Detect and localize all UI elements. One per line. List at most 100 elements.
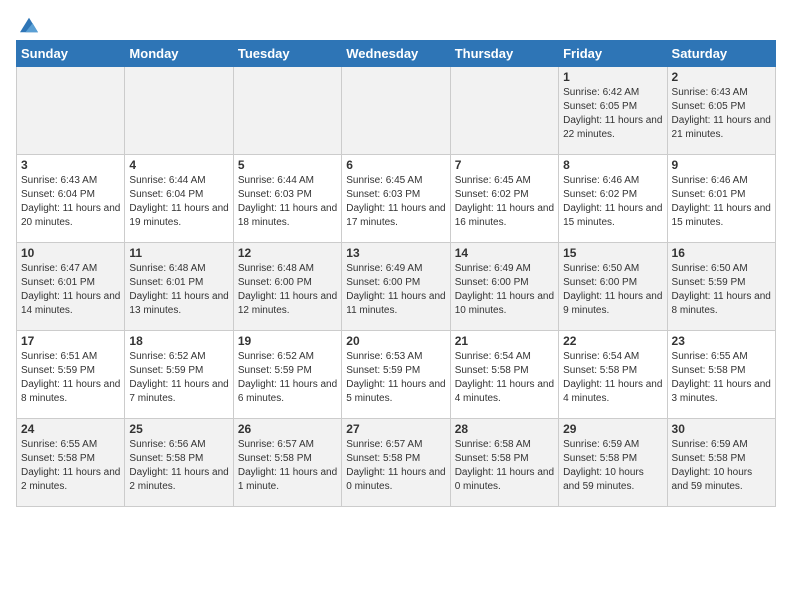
day-number: 1 — [563, 70, 662, 84]
day-info: Sunrise: 6:54 AMSunset: 5:58 PMDaylight:… — [563, 350, 662, 406]
calendar-week-row: 3 Sunrise: 6:43 AMSunset: 6:04 PMDaylight… — [17, 155, 776, 243]
day-number: 17 — [21, 334, 120, 348]
day-info: Sunrise: 6:46 AMSunset: 6:01 PMDaylight:… — [672, 174, 771, 230]
day-info: Sunrise: 6:50 AMSunset: 6:00 PMDaylight:… — [563, 262, 662, 318]
calendar-day-cell: 8Sunrise: 6:46 AMSunset: 6:02 PMDaylight… — [559, 155, 667, 243]
calendar-day-cell: 17Sunrise: 6:51 AMSunset: 5:59 PMDayligh… — [17, 331, 125, 419]
calendar-day-cell: 13Sunrise: 6:49 AMSunset: 6:00 PMDayligh… — [342, 243, 450, 331]
calendar-day-cell: 25 Sunrise: 6:56 AMSunset: 5:58 PMDayligh… — [125, 419, 233, 507]
day-info: Sunrise: 6:43 AMSunset: 6:04 PMDaylight:… — [21, 174, 120, 230]
calendar-day-cell: 14 Sunrise: 6:49 AMSunset: 6:00 PMDayligh… — [450, 243, 558, 331]
calendar-day-cell: 5 Sunrise: 6:44 AMSunset: 6:03 PMDaylight… — [233, 155, 341, 243]
day-number: 24 — [21, 422, 120, 436]
calendar-day-cell: 28 Sunrise: 6:58 AMSunset: 5:58 PMDayligh… — [450, 419, 558, 507]
day-info: Sunrise: 6:55 AMSunset: 5:58 PMDaylight:… — [21, 438, 120, 494]
day-number: 7 — [455, 158, 554, 172]
calendar-table: SundayMondayTuesdayWednesdayThursdayFrid… — [16, 40, 776, 507]
calendar-day-cell: 27Sunrise: 6:57 AMSunset: 5:58 PMDayligh… — [342, 419, 450, 507]
day-of-week-header: Monday — [125, 41, 233, 67]
calendar-day-cell: 11 Sunrise: 6:48 AMSunset: 6:01 PMDayligh… — [125, 243, 233, 331]
header — [16, 16, 776, 30]
day-number: 20 — [346, 334, 445, 348]
day-info: Sunrise: 6:57 AMSunset: 5:58 PMDaylight:… — [346, 438, 445, 494]
day-info: Sunrise: 6:53 AMSunset: 5:59 PMDaylight:… — [346, 350, 445, 406]
calendar-day-cell: 10 Sunrise: 6:47 AMSunset: 6:01 PMDayligh… — [17, 243, 125, 331]
calendar-week-row: 24 Sunrise: 6:55 AMSunset: 5:58 PMDayligh… — [17, 419, 776, 507]
day-info: Sunrise: 6:59 AMSunset: 5:58 PMDaylight:… — [563, 438, 662, 494]
day-of-week-header: Sunday — [17, 41, 125, 67]
calendar-day-cell: 16 Sunrise: 6:50 AMSunset: 5:59 PMDayligh… — [667, 243, 775, 331]
day-info: Sunrise: 6:44 AMSunset: 6:04 PMDaylight:… — [129, 174, 228, 230]
calendar-day-cell: 26Sunrise: 6:57 AMSunset: 5:58 PMDayligh… — [233, 419, 341, 507]
day-number: 16 — [672, 246, 771, 260]
day-of-week-header: Friday — [559, 41, 667, 67]
day-info: Sunrise: 6:52 AMSunset: 5:59 PMDaylight:… — [129, 350, 228, 406]
day-number: 23 — [672, 334, 771, 348]
day-info: Sunrise: 6:55 AMSunset: 5:58 PMDaylight:… — [672, 350, 771, 406]
calendar-day-cell — [17, 67, 125, 155]
day-number: 12 — [238, 246, 337, 260]
calendar-day-cell — [125, 67, 233, 155]
logo — [16, 16, 40, 30]
day-info: Sunrise: 6:54 AMSunset: 5:58 PMDaylight:… — [455, 350, 554, 406]
day-info: Sunrise: 6:48 AMSunset: 6:00 PMDaylight:… — [238, 262, 337, 318]
day-info: Sunrise: 6:50 AMSunset: 5:59 PMDaylight:… — [672, 262, 771, 318]
day-of-week-header: Thursday — [450, 41, 558, 67]
day-number: 21 — [455, 334, 554, 348]
day-number: 6 — [346, 158, 445, 172]
calendar-day-cell: 23 Sunrise: 6:55 AMSunset: 5:58 PMDayligh… — [667, 331, 775, 419]
day-info: Sunrise: 6:48 AMSunset: 6:01 PMDaylight:… — [129, 262, 228, 318]
header-row: SundayMondayTuesdayWednesdayThursdayFrid… — [17, 41, 776, 67]
day-number: 4 — [129, 158, 228, 172]
day-of-week-header: Saturday — [667, 41, 775, 67]
day-number: 15 — [563, 246, 662, 260]
calendar-day-cell — [450, 67, 558, 155]
calendar-day-cell — [233, 67, 341, 155]
day-info: Sunrise: 6:56 AMSunset: 5:58 PMDaylight:… — [129, 438, 228, 494]
day-number: 13 — [346, 246, 445, 260]
day-number: 11 — [129, 246, 228, 260]
calendar-week-row: 1 Sunrise: 6:42 AMSunset: 6:05 PMDaylight… — [17, 67, 776, 155]
day-of-week-header: Wednesday — [342, 41, 450, 67]
calendar-day-cell: 15 Sunrise: 6:50 AMSunset: 6:00 PMDayligh… — [559, 243, 667, 331]
calendar-day-cell: 20 Sunrise: 6:53 AMSunset: 5:59 PMDayligh… — [342, 331, 450, 419]
day-number: 19 — [238, 334, 337, 348]
day-info: Sunrise: 6:44 AMSunset: 6:03 PMDaylight:… — [238, 174, 337, 230]
day-info: Sunrise: 6:57 AMSunset: 5:58 PMDaylight:… — [238, 438, 337, 494]
day-number: 8 — [563, 158, 662, 172]
day-of-week-header: Tuesday — [233, 41, 341, 67]
day-number: 25 — [129, 422, 228, 436]
day-info: Sunrise: 6:42 AMSunset: 6:05 PMDaylight:… — [563, 86, 662, 142]
day-info: Sunrise: 6:45 AMSunset: 6:02 PMDaylight:… — [455, 174, 554, 230]
calendar-day-cell: 22 Sunrise: 6:54 AMSunset: 5:58 PMDayligh… — [559, 331, 667, 419]
logo-icon — [18, 16, 40, 34]
calendar-day-cell: 6 Sunrise: 6:45 AMSunset: 6:03 PMDaylight… — [342, 155, 450, 243]
calendar-day-cell: 19 Sunrise: 6:52 AMSunset: 5:59 PMDayligh… — [233, 331, 341, 419]
calendar-day-cell: 9 Sunrise: 6:46 AMSunset: 6:01 PMDaylight… — [667, 155, 775, 243]
calendar-day-cell: 4 Sunrise: 6:44 AMSunset: 6:04 PMDaylight… — [125, 155, 233, 243]
day-number: 9 — [672, 158, 771, 172]
calendar-day-cell: 18 Sunrise: 6:52 AMSunset: 5:59 PMDayligh… — [125, 331, 233, 419]
calendar-day-cell: 7 Sunrise: 6:45 AMSunset: 6:02 PMDaylight… — [450, 155, 558, 243]
calendar-day-cell: 24 Sunrise: 6:55 AMSunset: 5:58 PMDayligh… — [17, 419, 125, 507]
day-number: 30 — [672, 422, 771, 436]
day-number: 2 — [672, 70, 771, 84]
day-info: Sunrise: 6:43 AMSunset: 6:05 PMDaylight:… — [672, 86, 771, 142]
day-number: 14 — [455, 246, 554, 260]
calendar-day-cell: 12 Sunrise: 6:48 AMSunset: 6:00 PMDayligh… — [233, 243, 341, 331]
calendar-week-row: 17Sunrise: 6:51 AMSunset: 5:59 PMDayligh… — [17, 331, 776, 419]
calendar-day-cell: 21 Sunrise: 6:54 AMSunset: 5:58 PMDayligh… — [450, 331, 558, 419]
day-number: 5 — [238, 158, 337, 172]
day-number: 10 — [21, 246, 120, 260]
day-info: Sunrise: 6:52 AMSunset: 5:59 PMDaylight:… — [238, 350, 337, 406]
day-number: 18 — [129, 334, 228, 348]
calendar-day-cell: 2 Sunrise: 6:43 AMSunset: 6:05 PMDaylight… — [667, 67, 775, 155]
day-number: 3 — [21, 158, 120, 172]
day-info: Sunrise: 6:45 AMSunset: 6:03 PMDaylight:… — [346, 174, 445, 230]
day-number: 22 — [563, 334, 662, 348]
day-number: 28 — [455, 422, 554, 436]
day-info: Sunrise: 6:58 AMSunset: 5:58 PMDaylight:… — [455, 438, 554, 494]
day-info: Sunrise: 6:49 AMSunset: 6:00 PMDaylight:… — [455, 262, 554, 318]
day-info: Sunrise: 6:47 AMSunset: 6:01 PMDaylight:… — [21, 262, 120, 318]
calendar-week-row: 10 Sunrise: 6:47 AMSunset: 6:01 PMDayligh… — [17, 243, 776, 331]
